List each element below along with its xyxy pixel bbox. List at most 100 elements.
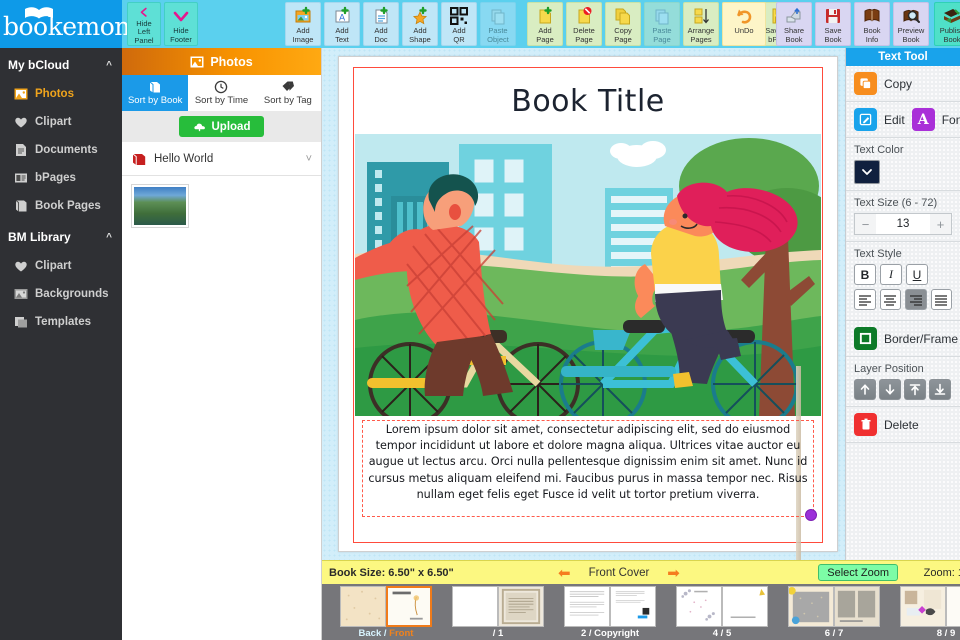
arrange-pages-button[interactable]: Arrange Pages: [683, 2, 719, 46]
align-center-button[interactable]: [879, 289, 901, 310]
sidebar-item-library-clipart[interactable]: Clipart: [0, 252, 122, 280]
page-canvas[interactable]: Book Title Lorem ipsum dolor sit amet, c…: [338, 56, 838, 581]
align-left-button[interactable]: [854, 289, 876, 310]
add-page-button[interactable]: Add Page: [527, 2, 563, 46]
send-to-back-button[interactable]: [929, 379, 951, 400]
text-color-swatch[interactable]: [854, 160, 880, 184]
move-up-icon: [860, 384, 870, 395]
preview-book-button[interactable]: Preview Book: [893, 2, 929, 46]
bold-button[interactable]: B: [854, 264, 876, 285]
font-button[interactable]: A: [911, 108, 935, 131]
tab-sort-by-time[interactable]: Sort by Time: [188, 75, 254, 111]
chevron-down-icon[interactable]: ˅: [306, 153, 312, 165]
sidebar-section-title: My bCloud: [8, 58, 70, 72]
sidebar-item-bpages[interactable]: bPages: [0, 164, 122, 192]
add-qr-button[interactable]: Add QR: [441, 2, 477, 46]
delete-button[interactable]: [854, 413, 877, 436]
thumb-page-5[interactable]: [722, 586, 768, 627]
thumb-page-ornate[interactable]: [498, 586, 544, 627]
text-size-decrement[interactable]: −: [855, 214, 876, 234]
sidebar-item-label: Templates: [35, 316, 92, 328]
sidebar-section-my-bcloud[interactable]: My bCloud ^: [0, 48, 122, 80]
spread-1[interactable]: / 1: [452, 586, 544, 639]
document-icon: [16, 144, 26, 156]
sidebar-item-book-pages[interactable]: Book Pages: [0, 192, 122, 220]
body-text-object[interactable]: Lorem ipsum dolor sit amet, consectetur …: [362, 420, 814, 517]
border-frame-button[interactable]: [854, 327, 877, 350]
arrow-left-icon[interactable]: ⬅: [558, 566, 571, 581]
copy-button[interactable]: [854, 72, 877, 95]
hide-footer-button[interactable]: Hide Footer: [164, 2, 198, 46]
spread-back-front[interactable]: Back / Front: [340, 586, 432, 639]
text-size-stepper[interactable]: − 13 +: [854, 213, 952, 235]
cyclists-illustration[interactable]: [355, 134, 821, 416]
italic-button[interactable]: I: [880, 264, 902, 285]
align-left-icon: [858, 294, 871, 306]
sidebar-item-documents[interactable]: Documents: [0, 136, 122, 164]
underline-button[interactable]: U: [906, 264, 928, 285]
text-tool-title: Text Tool: [846, 48, 960, 66]
arrow-right-icon[interactable]: ➡: [667, 566, 680, 581]
paste-object-button[interactable]: Paste Object: [480, 2, 516, 46]
add-shape-button[interactable]: Add Shape: [402, 2, 438, 46]
bring-to-front-button[interactable]: [904, 379, 926, 400]
photo-book-group-row[interactable]: Hello World ˅: [122, 142, 321, 176]
share-book-button[interactable]: Share Book: [776, 2, 812, 46]
thumb-page-7[interactable]: [834, 586, 880, 627]
thumb-page-2[interactable]: [564, 586, 610, 627]
delete-page-button[interactable]: Delete Page: [566, 2, 602, 46]
spread-8-9[interactable]: 8 / 9: [900, 586, 960, 639]
book-info-button[interactable]: Book Info: [854, 2, 890, 46]
book-title-object[interactable]: Book Title: [354, 70, 822, 134]
paste-page-button[interactable]: Paste Page: [644, 2, 680, 46]
thumb-page-8[interactable]: [900, 586, 946, 627]
spread-4-5[interactable]: 4 / 5: [676, 586, 768, 639]
sidebar-item-backgrounds[interactable]: Backgrounds: [0, 280, 122, 308]
tab-sort-by-tag[interactable]: Sort by Tag: [255, 75, 321, 111]
undo-button[interactable]: UnDo: [722, 2, 766, 46]
add-text-button[interactable]: A Add Text: [324, 2, 360, 46]
add-image-button[interactable]: Add Image: [285, 2, 321, 46]
add-qr-label: Add QR: [452, 26, 466, 44]
brand-logo[interactable]: bookemon: [0, 0, 130, 48]
thumb-page-4[interactable]: [676, 586, 722, 627]
thumb-page-back[interactable]: [340, 586, 386, 627]
hide-left-panel-button[interactable]: Hide Left Panel: [127, 2, 161, 46]
text-size-increment[interactable]: +: [930, 214, 951, 234]
photo-thumbnail[interactable]: [131, 184, 189, 228]
thumb-page-9[interactable]: [946, 586, 960, 627]
red-book-icon: [132, 153, 146, 165]
move-down-button[interactable]: [879, 379, 901, 400]
border-frame-section: Border/Frame: [846, 321, 960, 357]
move-up-button[interactable]: [854, 379, 876, 400]
tab-sort-by-book[interactable]: Sort by Book: [122, 75, 189, 111]
thumb-page-6[interactable]: [788, 586, 834, 627]
spread-2-copyright[interactable]: 2 / Copyright: [564, 586, 656, 639]
copy-page-button[interactable]: Copy Page: [605, 2, 641, 46]
sidebar-item-clipart[interactable]: Clipart: [0, 108, 122, 136]
templates-icon: [15, 317, 27, 328]
spread-caption: 4 / 5: [712, 628, 732, 639]
publish-book-button[interactable]: Publish Book: [934, 2, 960, 46]
sidebar-item-photos[interactable]: Photos: [0, 80, 122, 108]
add-doc-button[interactable]: Add Doc: [363, 2, 399, 46]
sidebar-item-label: bPages: [35, 172, 76, 184]
save-book-button[interactable]: Save Book: [815, 2, 851, 46]
align-right-button[interactable]: [905, 289, 927, 310]
thumb-page-copyright[interactable]: [610, 586, 656, 627]
delete-page-icon: [578, 7, 592, 24]
undo-group: UnDo: [719, 2, 769, 46]
resize-handle[interactable]: [805, 509, 817, 521]
upload-button[interactable]: Upload: [178, 116, 265, 137]
thumb-page-blank[interactable]: [452, 586, 498, 627]
zoom-level-label: Zoom: 1: [923, 567, 960, 579]
sidebar-item-templates[interactable]: Templates: [0, 308, 122, 336]
thumb-page-front[interactable]: [386, 586, 432, 627]
select-zoom-button[interactable]: Select Zoom: [818, 564, 898, 581]
publish-book-icon: [944, 9, 960, 23]
edit-button[interactable]: [854, 108, 877, 131]
align-justify-button[interactable]: [930, 289, 952, 310]
sidebar-section-bm-library[interactable]: BM Library ^: [0, 220, 122, 252]
text-size-value[interactable]: 13: [876, 214, 930, 234]
spread-6-7[interactable]: 6 / 7: [788, 586, 880, 639]
